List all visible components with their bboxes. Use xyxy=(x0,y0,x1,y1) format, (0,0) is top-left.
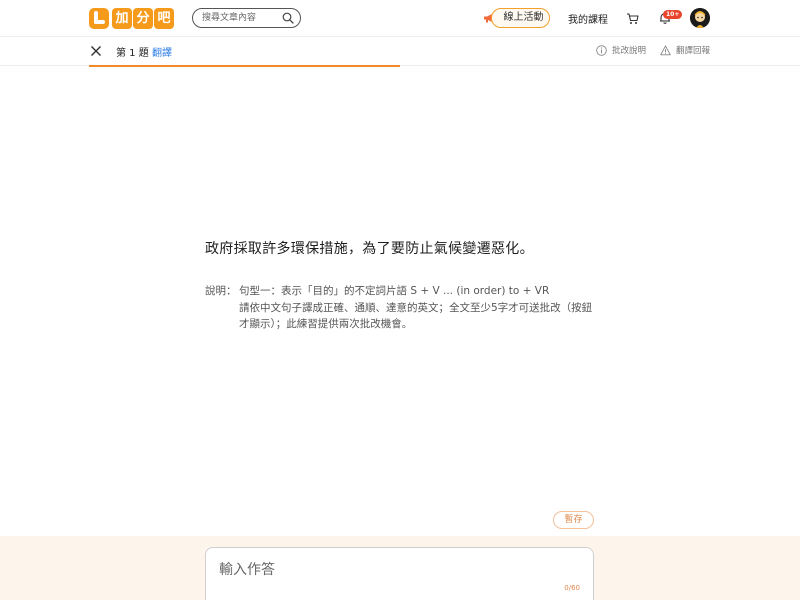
close-icon[interactable] xyxy=(90,45,102,57)
logo-mark-icon xyxy=(89,7,109,29)
logo[interactable]: 加 分 吧 xyxy=(89,7,174,29)
translation-report-label: 翻譯回報 xyxy=(676,46,711,56)
question-toolbar: 第 1 題 翻譯 批改說明 翻譯回報 xyxy=(0,37,800,66)
search-input[interactable] xyxy=(202,11,278,25)
answer-box[interactable]: 0/60 xyxy=(205,547,594,600)
logo-char: 分 xyxy=(133,7,153,29)
answer-input[interactable] xyxy=(219,559,519,589)
avatar-image xyxy=(690,8,710,28)
search-box[interactable] xyxy=(192,8,301,28)
grading-explanation-label: 批改說明 xyxy=(612,46,647,56)
question-number: 第 1 題 xyxy=(116,48,149,59)
note-label: 說明： xyxy=(205,285,237,297)
note-pattern: 句型一：表示「目的」的不定詞片語 S + V ... (in order) to… xyxy=(239,285,550,297)
warning-icon xyxy=(660,45,671,55)
cart-icon[interactable] xyxy=(626,12,639,25)
logo-char: 吧 xyxy=(154,7,174,29)
my-courses-link[interactable]: 我的課程 xyxy=(568,11,608,26)
question-text: 政府採取許多環保措施，為了要防止氣候變遷惡化。 xyxy=(205,241,534,257)
notification-badge: 10+ xyxy=(663,10,683,19)
logo-text: 加 分 吧 xyxy=(111,7,174,29)
top-header: 加 分 吧 線上活動 我的課程 10+ xyxy=(0,0,800,37)
progress-bar xyxy=(89,65,400,67)
info-icon xyxy=(596,44,607,56)
grading-explanation-link[interactable]: 批改說明 xyxy=(596,44,646,56)
save-draft-button[interactable]: 暫存 xyxy=(553,511,594,529)
question-type: 翻譯 xyxy=(152,48,172,59)
avatar[interactable] xyxy=(690,8,710,28)
logo-char: 加 xyxy=(112,7,132,29)
character-counter: 0/60 xyxy=(564,584,580,592)
search-icon[interactable] xyxy=(282,12,294,24)
live-events-button[interactable]: 線上活動 xyxy=(491,8,550,28)
note-body: 句型一：表示「目的」的不定詞片語 S + V ... (in order) to… xyxy=(239,283,599,333)
translation-report-link[interactable]: 翻譯回報 xyxy=(660,44,710,56)
note-instructions: 請依中文句子譯成正確、通順、達意的英文；全文至少5字才可送批改（按鈕才顯示）；此… xyxy=(239,301,593,331)
